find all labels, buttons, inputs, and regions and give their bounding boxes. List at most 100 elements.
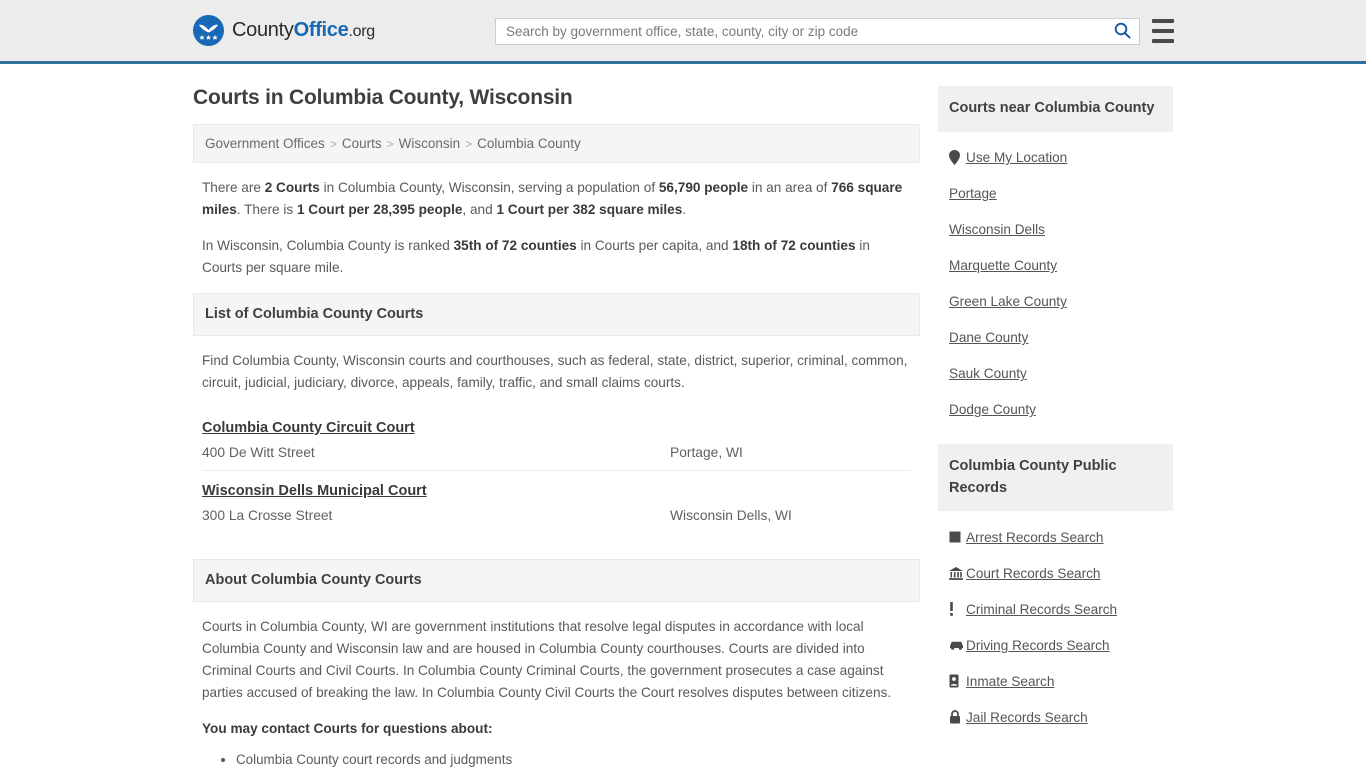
sidebar-item-arrest-records-search[interactable]: Arrest Records Search [949,519,1173,555]
courthouse-icon [949,566,966,580]
sidebar-item-dane-county[interactable]: Dane County [949,320,1173,356]
nearby-courts-links: Use My Location Portage Wisconsin Dells … [938,132,1173,428]
hamburger-bar-3 [1152,39,1174,43]
main-column: Courts in Columbia County, Wisconsin Gov… [193,86,920,768]
about-panel: About Columbia County Courts Courts in C… [193,559,920,768]
page-title: Courts in Columbia County, Wisconsin [193,86,573,109]
site-logo[interactable]: CountyOffice.org [193,15,375,46]
sidebar-item-label: Jail Records Search [966,709,1088,725]
map-pin-icon [949,150,966,166]
intro-statistics: There are 2 Courts in Columbia County, W… [193,177,920,279]
fingerprint-icon [949,531,966,543]
sidebar-item-court-records-search[interactable]: Court Records Search [949,555,1173,591]
search-bar[interactable] [495,18,1140,45]
intro-text: in Courts per capita, and [576,238,733,254]
sidebar-item-label: Arrest Records Search [966,529,1104,545]
court-address-line: 300 La Crosse Street Wisconsin Dells, WI [202,508,911,523]
intro-paragraph-2: In Wisconsin, Columbia County is ranked … [202,235,911,279]
public-records-panel: Columbia County Public Records Arrest Re… [938,443,1173,736]
page-body: Courts in Columbia County, Wisconsin Gov… [0,64,1366,768]
sidebar: Courts near Columbia County Use My Locat… [938,86,1173,768]
breadcrumb-separator: > [465,137,473,151]
sidebar-item-label: Green Lake County [949,294,1067,310]
breadcrumb-item-3[interactable]: Columbia County [477,136,581,151]
sidebar-item-dodge-county[interactable]: Dodge County [949,392,1173,428]
court-name-link[interactable]: Wisconsin Dells Municipal Court [202,483,427,499]
sidebar-item-marquette-county[interactable]: Marquette County [949,248,1173,284]
breadcrumb-separator: > [386,137,394,151]
sidebar-item-inmate-search[interactable]: Inmate Search [949,663,1173,699]
logo-text-county: County [232,19,294,41]
sidebar-item-label: Inmate Search [966,673,1055,689]
search-input[interactable] [496,19,1105,44]
court-city: Wisconsin Dells, WI [670,508,792,524]
car-icon [949,640,966,651]
intro-text: . [682,202,687,218]
logo-wordmark: CountyOffice.org [232,19,375,42]
breadcrumb-item-2[interactable]: Wisconsin [399,136,461,151]
sidebar-item-driving-records-search[interactable]: Driving Records Search [949,627,1173,663]
nearby-courts-heading: Courts near Columbia County [938,86,1173,132]
intro-text: in an area of [748,180,832,195]
breadcrumb: Government Offices > Courts > Wisconsin > Colu… [193,124,920,163]
stat-per-capita: 1 Court per 28,395 people [296,202,463,218]
logo-text-office: Office [293,19,349,41]
exclamation-icon [949,602,966,617]
breadcrumb-item-0[interactable]: Government Offices [205,136,325,151]
sidebar-item-label: Court Records Search [966,565,1101,581]
stat-per-area: 1 Court per 382 square miles [496,202,683,218]
sidebar-item-label: Portage [949,186,997,202]
intro-text: There are [202,180,265,195]
contact-topics-list: Columbia County court records and judgme… [202,749,911,768]
court-street: 300 La Crosse Street [202,508,333,524]
court-street: 400 De Witt Street [202,445,315,461]
sidebar-item-label: Wisconsin Dells [949,222,1045,238]
sidebar-item-criminal-records-search[interactable]: Criminal Records Search [949,591,1173,627]
stat-rank-area: 18th of 72 counties [732,238,856,254]
public-records-links: Arrest Records Search Court Records Sear… [938,511,1173,735]
nearby-courts-panel: Courts near Columbia County Use My Locat… [938,86,1173,428]
search-icon [1114,22,1131,42]
hamburger-menu-icon[interactable] [1152,19,1174,43]
court-address-line: 400 De Witt Street Portage, WI [202,445,911,460]
sidebar-item-label: Dane County [949,330,1029,346]
site-header: CountyOffice.org [0,0,1366,64]
eagle-seal-icon [193,15,224,46]
id-badge-icon [949,674,966,688]
table-row: Wisconsin Dells Municipal Court 300 La C… [202,471,911,533]
sidebar-item-label: Marquette County [949,258,1058,274]
sidebar-item-sauk-county[interactable]: Sauk County [949,356,1173,392]
stat-population: 56,790 people [658,180,749,195]
intro-text: In Wisconsin, Columbia County is ranked [202,238,454,254]
search-button[interactable] [1105,19,1139,44]
sidebar-item-portage[interactable]: Portage [949,176,1173,212]
stat-court-count: 2 Courts [264,180,320,195]
court-city: Portage, WI [670,445,743,461]
court-list-heading: List of Columbia County Courts [193,293,920,337]
public-records-heading: Columbia County Public Records [938,443,1173,512]
sidebar-item-label: Dodge County [949,402,1036,418]
stat-rank-capita: 35th of 72 counties [453,238,577,254]
sidebar-item-label: Sauk County [949,366,1027,382]
intro-paragraph-1: There are 2 Courts in Columbia County, W… [202,177,911,221]
court-list: Columbia County Circuit Court 400 De Wit… [193,408,920,533]
court-name-link[interactable]: Columbia County Circuit Court [202,420,415,436]
court-list-description-wrap: Find Columbia County, Wisconsin courts a… [193,350,920,394]
lock-icon [949,710,966,724]
list-item: Columbia County court records and judgme… [236,749,911,768]
about-heading: About Columbia County Courts [193,559,920,603]
intro-text: in Columbia County, Wisconsin, serving a… [319,180,659,195]
breadcrumb-separator: > [329,137,337,151]
intro-text: . There is [236,202,297,218]
sidebar-item-wisconsin-dells[interactable]: Wisconsin Dells [949,212,1173,248]
breadcrumb-item-1[interactable]: Courts [342,136,382,151]
contact-lead: You may contact Courts for questions abo… [202,721,493,737]
about-body: Courts in Columbia County, WI are govern… [193,616,920,768]
sidebar-item-label: Use My Location [966,150,1068,166]
logo-text-org: .org [348,23,375,40]
sidebar-item-use-my-location[interactable]: Use My Location [949,140,1173,176]
sidebar-item-green-lake-county[interactable]: Green Lake County [949,284,1173,320]
sidebar-item-label: Driving Records Search [966,637,1110,653]
court-list-panel: List of Columbia County Courts Find Colu… [193,293,920,533]
sidebar-item-jail-records-search[interactable]: Jail Records Search [949,699,1173,735]
